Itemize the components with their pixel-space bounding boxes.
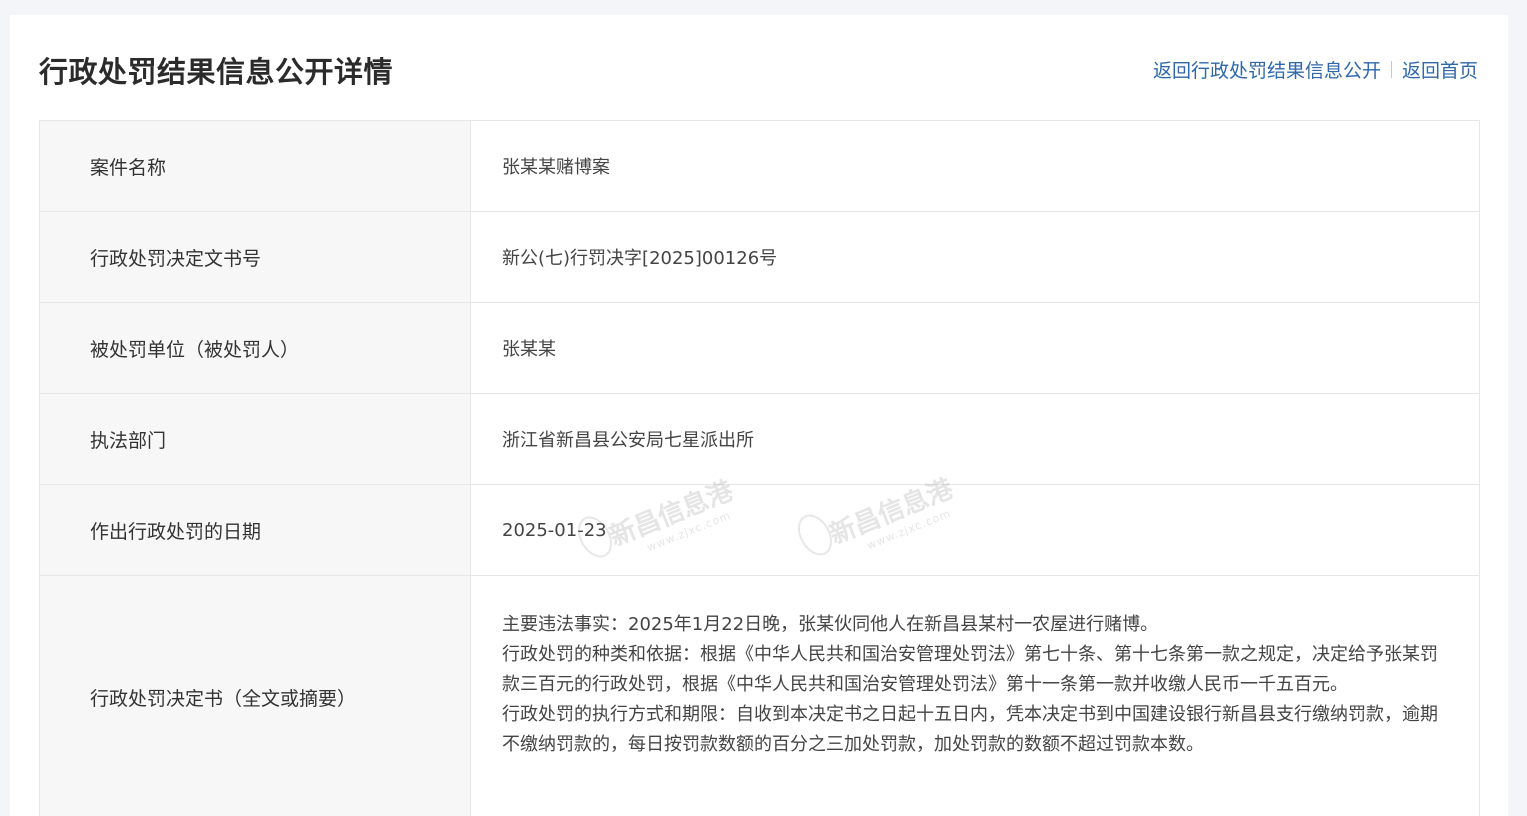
row-label: 案件名称 [40, 121, 471, 211]
row-value: 张某某赌博案 [502, 157, 610, 178]
back-to-home-link[interactable]: 返回首页 [1402, 56, 1478, 83]
table-row-enforcement-department: 执法部门 浙江省新昌县公安局七星派出所 [40, 394, 1479, 485]
header-nav: 返回行政处罚结果信息公开 返回首页 [1153, 56, 1478, 83]
back-to-list-link[interactable]: 返回行政处罚结果信息公开 [1153, 56, 1381, 83]
decision-paragraph: 行政处罚的种类和依据：根据《中华人民共和国治安管理处罚法》第七十条、第十七条第一… [502, 644, 1438, 695]
row-value: 浙江省新昌县公安局七星派出所 [502, 430, 754, 451]
row-label: 行政处罚决定文书号 [40, 212, 471, 302]
page-header: 行政处罚结果信息公开详情 返回行政处罚结果信息公开 返回首页 [10, 15, 1508, 120]
decision-text: 主要违法事实：2025年1月22日晚，张某伙同他人在新昌县某村一农屋进行赌博。 … [471, 576, 1479, 816]
row-value: 2025-01-23 [502, 519, 607, 541]
table-row-penalized-party: 被处罚单位（被处罚人） 张某某 [40, 303, 1479, 394]
decision-paragraph: 主要违法事实：2025年1月22日晚，张某伙同他人在新昌县某村一农屋进行赌博。 [502, 614, 1159, 635]
table-row-penalty-date: 作出行政处罚的日期 2025-01-23 [40, 485, 1479, 576]
row-label: 执法部门 [40, 394, 471, 484]
table-row-case-name: 案件名称 张某某赌博案 [40, 121, 1479, 212]
table-row-decision: 行政处罚决定书（全文或摘要） 主要违法事实：2025年1月22日晚，张某伙同他人… [40, 576, 1479, 816]
row-value: 张某某 [502, 339, 556, 360]
row-label: 被处罚单位（被处罚人） [40, 303, 471, 393]
table-row-document-number: 行政处罚决定文书号 新公(七)行罚决字[2025]00126号 [40, 212, 1479, 303]
detail-card: 行政处罚结果信息公开详情 返回行政处罚结果信息公开 返回首页 案件名称 张某某赌… [10, 15, 1508, 816]
page-title: 行政处罚结果信息公开详情 [39, 55, 394, 89]
row-label: 作出行政处罚的日期 [40, 485, 471, 575]
row-label: 行政处罚决定书（全文或摘要） [40, 576, 471, 816]
decision-paragraph: 行政处罚的执行方式和期限：自收到本决定书之日起十五日内，凭本决定书到中国建设银行… [502, 704, 1438, 755]
nav-divider [1390, 61, 1392, 78]
detail-table: 案件名称 张某某赌博案 行政处罚决定文书号 新公(七)行罚决字[2025]001… [39, 120, 1480, 816]
row-value: 新公(七)行罚决字[2025]00126号 [502, 248, 778, 269]
